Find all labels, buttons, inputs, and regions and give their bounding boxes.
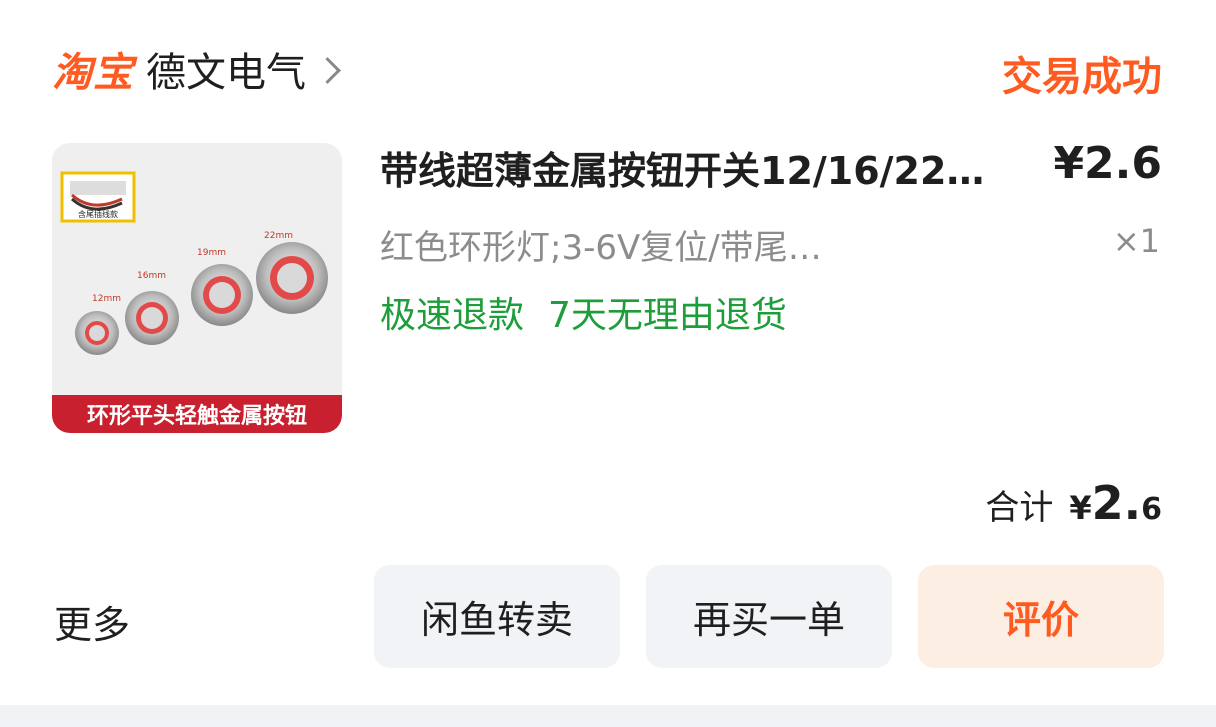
shop-name[interactable]: 德文电气 — [146, 40, 306, 98]
product-quantity: ×1 — [1112, 222, 1160, 260]
total-currency: ¥ — [1069, 489, 1092, 527]
reorder-button[interactable]: 再买一单 — [646, 565, 892, 668]
total-amount-dec: 6 — [1141, 492, 1162, 527]
product-title[interactable]: 带线超薄金属按钮开关12/16/22… — [380, 140, 1020, 195]
chevron-right-icon[interactable] — [314, 56, 341, 84]
review-button[interactable]: 评价 — [918, 565, 1164, 668]
product-spec: 红色环形灯;3-6V复位/带尾… — [380, 228, 822, 268]
total-label: 合计 — [985, 488, 1054, 528]
tag-7day-return: 7天无理由退货 — [548, 295, 787, 336]
size-label-19: 19mm — [197, 248, 226, 258]
page-bottom-divider — [0, 705, 1216, 727]
size-label-16: 16mm — [137, 271, 166, 281]
service-tags: 极速退款 7天无理由退货 — [380, 286, 787, 338]
size-label-22: 22mm — [264, 231, 293, 241]
order-status: 交易成功 — [1002, 54, 1162, 100]
image-tag-label: 含尾插线款 — [78, 209, 118, 219]
taobao-logo: 淘宝 — [52, 50, 134, 96]
size-label-12: 12mm — [92, 294, 121, 304]
total-amount-int: 2. — [1091, 476, 1142, 530]
shop-header[interactable]: 淘宝 德文电气 — [52, 40, 341, 98]
product-image[interactable]: 含尾插线款 12mm 16mm 19mm 22mm 环形平头轻触金属按钮 — [52, 143, 342, 433]
tag-fast-refund: 极速退款 — [380, 295, 525, 336]
product-price: ¥2.6 — [1053, 138, 1162, 189]
order-total: 合计 ¥ 2. 6 — [985, 476, 1162, 530]
order-card: 淘宝 德文电气 交易成功 含尾插线款 12mm 16mm 19mm 22mm 环… — [0, 0, 1216, 705]
image-banner-text: 环形平头轻触金属按钮 — [87, 403, 307, 429]
product-photo: 含尾插线款 12mm 16mm 19mm 22mm 环形平头轻触金属按钮 — [52, 143, 342, 433]
more-button[interactable]: 更多 — [54, 594, 130, 649]
resell-button[interactable]: 闲鱼转卖 — [374, 565, 620, 668]
